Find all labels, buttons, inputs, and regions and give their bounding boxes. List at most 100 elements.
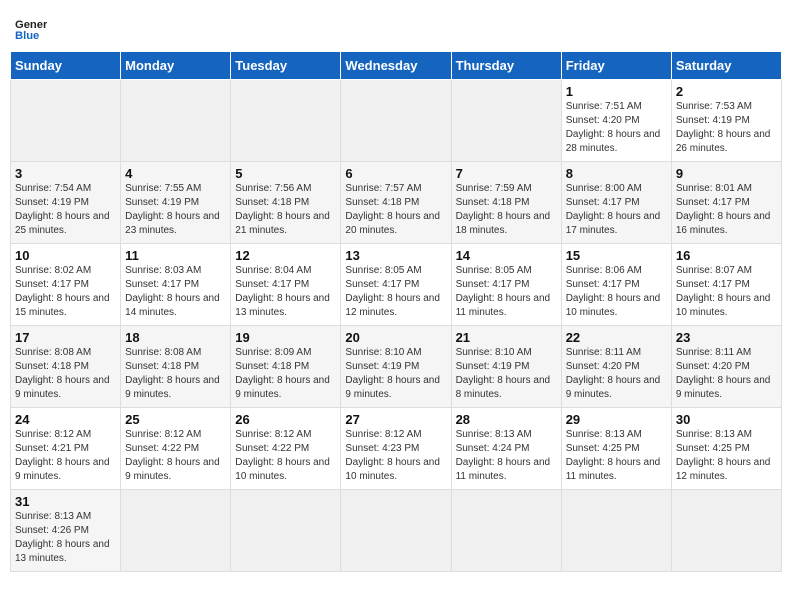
day-number: 30 xyxy=(676,412,777,427)
cell-info: Sunrise: 8:10 AMSunset: 4:19 PMDaylight:… xyxy=(456,346,557,402)
cell-info: Sunrise: 8:08 AMSunset: 4:18 PMDaylight:… xyxy=(125,346,226,402)
calendar-header-row: SundayMondayTuesdayWednesdayThursdayFrid… xyxy=(11,52,782,80)
day-number: 29 xyxy=(566,412,667,427)
day-number: 13 xyxy=(345,248,446,263)
cell-info: Sunrise: 7:54 AMSunset: 4:19 PMDaylight:… xyxy=(15,182,116,238)
column-header-tuesday: Tuesday xyxy=(231,52,341,80)
day-number: 11 xyxy=(125,248,226,263)
calendar-cell xyxy=(121,490,231,572)
day-number: 4 xyxy=(125,166,226,181)
calendar-week-3: 10Sunrise: 8:02 AMSunset: 4:17 PMDayligh… xyxy=(11,244,782,326)
calendar-cell: 14Sunrise: 8:05 AMSunset: 4:17 PMDayligh… xyxy=(451,244,561,326)
calendar-cell: 6Sunrise: 7:57 AMSunset: 4:18 PMDaylight… xyxy=(341,162,451,244)
cell-info: Sunrise: 8:13 AMSunset: 4:24 PMDaylight:… xyxy=(456,428,557,484)
day-number: 20 xyxy=(345,330,446,345)
day-number: 22 xyxy=(566,330,667,345)
svg-text:General: General xyxy=(15,19,47,31)
calendar-cell: 12Sunrise: 8:04 AMSunset: 4:17 PMDayligh… xyxy=(231,244,341,326)
calendar-cell xyxy=(341,80,451,162)
calendar-cell: 13Sunrise: 8:05 AMSunset: 4:17 PMDayligh… xyxy=(341,244,451,326)
day-number: 15 xyxy=(566,248,667,263)
day-number: 28 xyxy=(456,412,557,427)
cell-info: Sunrise: 8:12 AMSunset: 4:23 PMDaylight:… xyxy=(345,428,446,484)
calendar-week-4: 17 Sunrise: 8:08 AMSunset: 4:18 PMDayligh… xyxy=(11,326,782,408)
calendar-cell xyxy=(231,80,341,162)
calendar-week-1: 1Sunrise: 7:51 AMSunset: 4:20 PMDaylight… xyxy=(11,80,782,162)
calendar-cell xyxy=(11,80,121,162)
cell-info: Sunrise: 8:05 AMSunset: 4:17 PMDaylight:… xyxy=(345,264,446,320)
calendar-cell: 10Sunrise: 8:02 AMSunset: 4:17 PMDayligh… xyxy=(11,244,121,326)
cell-info: Sunrise: 8:00 AMSunset: 4:17 PMDaylight:… xyxy=(566,182,667,238)
cell-info: Sunrise: 8:12 AMSunset: 4:21 PMDaylight:… xyxy=(15,428,116,484)
page-header: General Blue xyxy=(10,10,782,43)
day-number: 26 xyxy=(235,412,336,427)
calendar-cell: 26Sunrise: 8:12 AMSunset: 4:22 PMDayligh… xyxy=(231,408,341,490)
calendar-cell xyxy=(121,80,231,162)
cell-info: Sunrise: 7:53 AMSunset: 4:19 PMDaylight:… xyxy=(676,100,777,156)
calendar-cell: 7Sunrise: 7:59 AMSunset: 4:18 PMDaylight… xyxy=(451,162,561,244)
cell-info: Sunrise: 8:06 AMSunset: 4:17 PMDaylight:… xyxy=(566,264,667,320)
calendar-cell: 1Sunrise: 7:51 AMSunset: 4:20 PMDaylight… xyxy=(561,80,671,162)
calendar-cell: 25Sunrise: 8:12 AMSunset: 4:22 PMDayligh… xyxy=(121,408,231,490)
cell-info: Sunrise: 8:13 AMSunset: 4:26 PMDaylight:… xyxy=(15,510,116,566)
calendar-week-2: 3Sunrise: 7:54 AMSunset: 4:19 PMDaylight… xyxy=(11,162,782,244)
calendar-cell: 17Sunrise: 8:08 AMSunset: 4:18 PMDayligh… xyxy=(11,326,121,408)
calendar-cell: 31Sunrise: 8:13 AMSunset: 4:26 PMDayligh… xyxy=(11,490,121,572)
calendar-cell: 16Sunrise: 8:07 AMSunset: 4:17 PMDayligh… xyxy=(671,244,781,326)
calendar-table: SundayMondayTuesdayWednesdayThursdayFrid… xyxy=(10,51,782,572)
calendar-cell: 27Sunrise: 8:12 AMSunset: 4:23 PMDayligh… xyxy=(341,408,451,490)
day-number: 10 xyxy=(15,248,116,263)
day-number: 16 xyxy=(676,248,777,263)
day-number: 7 xyxy=(456,166,557,181)
calendar-cell: 22Sunrise: 8:11 AMSunset: 4:20 PMDayligh… xyxy=(561,326,671,408)
cell-info: Sunrise: 7:57 AMSunset: 4:18 PMDaylight:… xyxy=(345,182,446,238)
cell-info: Sunrise: 8:11 AMSunset: 4:20 PMDaylight:… xyxy=(566,346,667,402)
day-number: 12 xyxy=(235,248,336,263)
cell-info: Sunrise: 7:51 AMSunset: 4:20 PMDaylight:… xyxy=(566,100,667,156)
day-number: 31 xyxy=(15,494,116,509)
calendar-cell: 23Sunrise: 8:11 AMSunset: 4:20 PMDayligh… xyxy=(671,326,781,408)
calendar-cell xyxy=(451,80,561,162)
column-header-sunday: Sunday xyxy=(11,52,121,80)
day-number: 3 xyxy=(15,166,116,181)
day-number: 21 xyxy=(456,330,557,345)
cell-info: Sunrise: 8:12 AMSunset: 4:22 PMDaylight:… xyxy=(235,428,336,484)
calendar-cell: 11Sunrise: 8:03 AMSunset: 4:17 PMDayligh… xyxy=(121,244,231,326)
cell-info: Sunrise: 8:10 AMSunset: 4:19 PMDaylight:… xyxy=(345,346,446,402)
day-number: 25 xyxy=(125,412,226,427)
cell-info: Sunrise: 8:13 AMSunset: 4:25 PMDaylight:… xyxy=(676,428,777,484)
day-number: 8 xyxy=(566,166,667,181)
calendar-cell xyxy=(561,490,671,572)
cell-info: Sunrise: 8:13 AMSunset: 4:25 PMDaylight:… xyxy=(566,428,667,484)
calendar-cell: 8Sunrise: 8:00 AMSunset: 4:17 PMDaylight… xyxy=(561,162,671,244)
calendar-cell: 28Sunrise: 8:13 AMSunset: 4:24 PMDayligh… xyxy=(451,408,561,490)
day-number: 17 xyxy=(15,330,116,345)
calendar-cell: 18Sunrise: 8:08 AMSunset: 4:18 PMDayligh… xyxy=(121,326,231,408)
calendar-cell: 4Sunrise: 7:55 AMSunset: 4:19 PMDaylight… xyxy=(121,162,231,244)
cell-info: Sunrise: 8:12 AMSunset: 4:22 PMDaylight:… xyxy=(125,428,226,484)
column-header-saturday: Saturday xyxy=(671,52,781,80)
logo-icon: General Blue xyxy=(15,15,47,43)
calendar-cell xyxy=(341,490,451,572)
cell-info: Sunrise: 8:04 AMSunset: 4:17 PMDaylight:… xyxy=(235,264,336,320)
day-number: 18 xyxy=(125,330,226,345)
calendar-week-6: 31Sunrise: 8:13 AMSunset: 4:26 PMDayligh… xyxy=(11,490,782,572)
calendar-cell: 5Sunrise: 7:56 AMSunset: 4:18 PMDaylight… xyxy=(231,162,341,244)
calendar-cell: 20Sunrise: 8:10 AMSunset: 4:19 PMDayligh… xyxy=(341,326,451,408)
svg-text:Blue: Blue xyxy=(15,30,39,42)
calendar-cell xyxy=(671,490,781,572)
cell-info: Sunrise: 7:59 AMSunset: 4:18 PMDaylight:… xyxy=(456,182,557,238)
day-number: 6 xyxy=(345,166,446,181)
calendar-cell: 19Sunrise: 8:09 AMSunset: 4:18 PMDayligh… xyxy=(231,326,341,408)
cell-info: Sunrise: 8:01 AMSunset: 4:17 PMDaylight:… xyxy=(676,182,777,238)
day-number: 2 xyxy=(676,84,777,99)
cell-info: Sunrise: 8:11 AMSunset: 4:20 PMDaylight:… xyxy=(676,346,777,402)
cell-info: Sunrise: 8:09 AMSunset: 4:18 PMDaylight:… xyxy=(235,346,336,402)
cell-info: Sunrise: 7:55 AMSunset: 4:19 PMDaylight:… xyxy=(125,182,226,238)
calendar-cell xyxy=(231,490,341,572)
day-number: 27 xyxy=(345,412,446,427)
cell-info: Sunrise: 8:03 AMSunset: 4:17 PMDaylight:… xyxy=(125,264,226,320)
calendar-cell: 29Sunrise: 8:13 AMSunset: 4:25 PMDayligh… xyxy=(561,408,671,490)
cell-info: Sunrise: 8:07 AMSunset: 4:17 PMDaylight:… xyxy=(676,264,777,320)
calendar-cell xyxy=(451,490,561,572)
